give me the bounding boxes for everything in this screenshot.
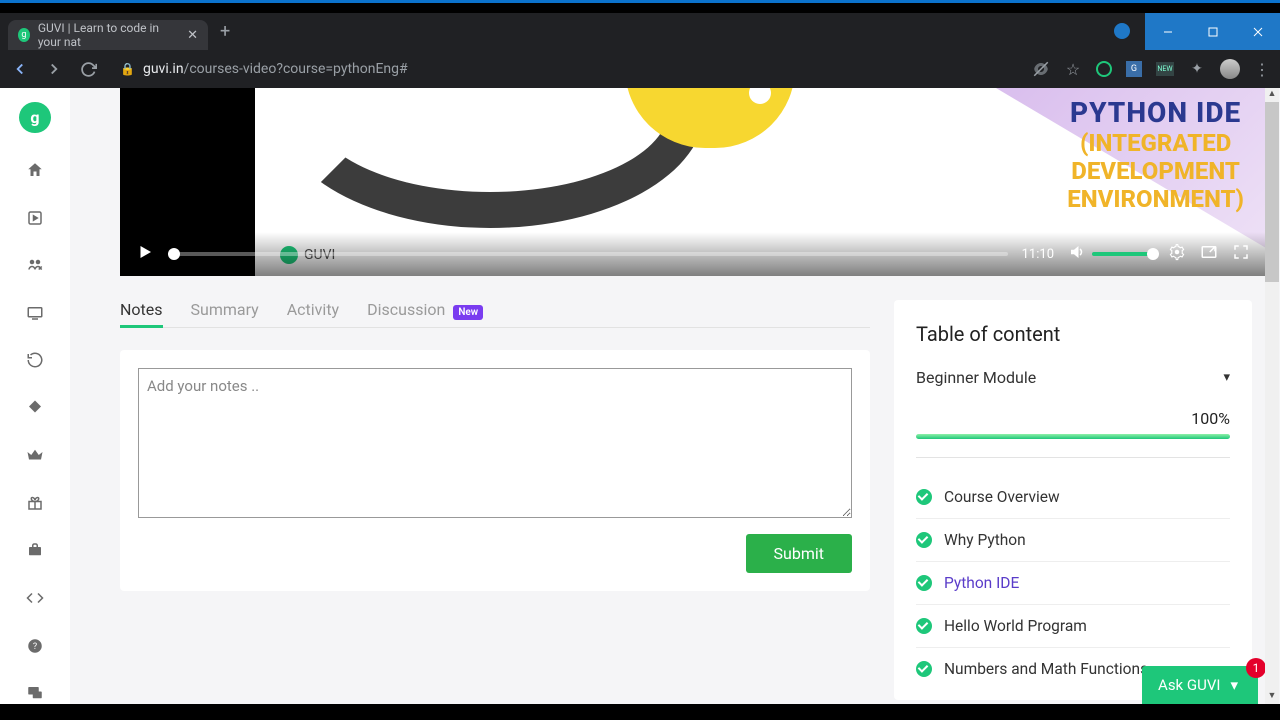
video-time: 11:10 bbox=[1022, 247, 1054, 262]
bookmark-star-icon[interactable]: ☆ bbox=[1064, 60, 1082, 78]
download-indicator-icon[interactable] bbox=[1114, 23, 1130, 39]
scroll-thumb[interactable] bbox=[1265, 102, 1279, 282]
check-icon bbox=[916, 661, 932, 677]
chevron-down-icon: ▾ bbox=[1223, 370, 1230, 385]
pip-icon[interactable] bbox=[1200, 243, 1218, 265]
code-icon[interactable] bbox=[24, 587, 46, 609]
incognito-icon[interactable] bbox=[1032, 60, 1050, 78]
profile-avatar[interactable] bbox=[1220, 59, 1240, 79]
video-player[interactable]: PYTHON IDE (INTEGRATED DEVELOPMENT ENVIR… bbox=[120, 88, 1266, 276]
window-maximize-button[interactable] bbox=[1190, 13, 1235, 50]
lock-icon: 🔒 bbox=[120, 62, 135, 76]
tab-activity[interactable]: Activity bbox=[287, 300, 339, 319]
check-icon bbox=[916, 489, 932, 505]
fullscreen-icon[interactable] bbox=[1232, 243, 1250, 265]
extensions-icon[interactable]: ✦ bbox=[1188, 60, 1206, 78]
lesson-title: Course Overview bbox=[944, 488, 1060, 506]
url-host: guvi.in bbox=[143, 61, 184, 77]
menu-icon[interactable]: ⋮ bbox=[1254, 60, 1270, 79]
gift-icon[interactable] bbox=[24, 492, 46, 514]
progress-percent: 100% bbox=[916, 409, 1230, 428]
check-icon bbox=[916, 532, 932, 548]
reload-button[interactable] bbox=[78, 59, 98, 79]
ask-badge: 1 bbox=[1246, 658, 1266, 678]
lesson-title: Why Python bbox=[944, 531, 1026, 549]
tab-notes[interactable]: Notes bbox=[120, 300, 163, 319]
lesson-item[interactable]: Course Overview bbox=[916, 476, 1230, 519]
module-name: Beginner Module bbox=[916, 368, 1036, 387]
module-toggle[interactable]: Beginner Module ▾ bbox=[916, 368, 1230, 387]
home-icon[interactable] bbox=[24, 159, 46, 181]
lesson-title: Hello World Program bbox=[944, 617, 1087, 635]
ask-guvi-button[interactable]: Ask GUVI ▾ 1 bbox=[1142, 666, 1258, 704]
tab-discussion[interactable]: Discussion New bbox=[367, 300, 483, 319]
favicon: g bbox=[18, 28, 30, 42]
url-path: /courses-video?course=pythonEng# bbox=[184, 61, 408, 77]
play-button[interactable] bbox=[136, 243, 154, 265]
new-tab-button[interactable]: + bbox=[220, 21, 230, 42]
new-badge: New bbox=[453, 305, 483, 320]
chat-icon[interactable] bbox=[24, 682, 46, 704]
volume-slider[interactable] bbox=[1092, 252, 1154, 256]
notes-panel: Submit bbox=[120, 350, 870, 591]
translate-icon[interactable]: G bbox=[1126, 61, 1142, 77]
video-title-1: PYTHON IDE bbox=[1067, 96, 1244, 129]
volume-icon[interactable] bbox=[1068, 243, 1086, 265]
chevron-down-icon: ▾ bbox=[1230, 676, 1238, 694]
tag-icon[interactable] bbox=[24, 397, 46, 419]
browser-tab[interactable]: g GUVI | Learn to code in your nat ✕ bbox=[8, 20, 208, 50]
notes-textarea[interactable] bbox=[138, 368, 852, 518]
submit-button[interactable]: Submit bbox=[746, 534, 852, 573]
svg-text:?: ? bbox=[33, 642, 37, 652]
lesson-title: Python IDE bbox=[944, 574, 1019, 592]
crown-icon[interactable] bbox=[24, 445, 46, 467]
lesson-item[interactable]: Why Python bbox=[916, 519, 1230, 562]
help-icon[interactable]: ? bbox=[24, 635, 46, 657]
tab-title: GUVI | Learn to code in your nat bbox=[38, 21, 179, 49]
back-button[interactable] bbox=[10, 59, 30, 79]
video-title-4: ENVIRONMENT) bbox=[1067, 185, 1244, 213]
check-icon bbox=[916, 618, 932, 634]
forward-button[interactable] bbox=[44, 59, 64, 79]
address-bar: 🔒 guvi.in/courses-video?course=pythonEng… bbox=[0, 50, 1280, 88]
window-minimize-button[interactable] bbox=[1145, 13, 1190, 50]
extension-green-icon[interactable] bbox=[1096, 61, 1112, 77]
content-tabs: Notes Summary Activity Discussion New bbox=[120, 300, 870, 328]
close-tab-icon[interactable]: ✕ bbox=[187, 28, 198, 43]
community-icon[interactable] bbox=[24, 254, 46, 276]
seek-bar[interactable] bbox=[168, 252, 1008, 256]
video-title-3: DEVELOPMENT bbox=[1067, 157, 1244, 185]
lesson-item[interactable]: Python IDE bbox=[916, 562, 1230, 605]
table-of-contents: Table of content Beginner Module ▾ 100% … bbox=[894, 300, 1252, 700]
tab-summary[interactable]: Summary bbox=[191, 300, 259, 319]
omnibox[interactable]: 🔒 guvi.in/courses-video?course=pythonEng… bbox=[112, 61, 1018, 77]
toc-title: Table of content bbox=[916, 322, 1230, 346]
tab-strip: g GUVI | Learn to code in your nat ✕ + bbox=[0, 13, 1280, 50]
scroll-up-icon[interactable]: ▲ bbox=[1265, 88, 1279, 102]
extension-new-icon[interactable]: NEW bbox=[1156, 62, 1174, 76]
scrollbar[interactable]: ▲ ▼ bbox=[1265, 88, 1279, 704]
lesson-item[interactable]: Hello World Program bbox=[916, 605, 1230, 648]
settings-icon[interactable] bbox=[1168, 243, 1186, 265]
left-rail: g ? bbox=[0, 88, 70, 704]
progress-bar bbox=[916, 434, 1230, 439]
window-close-button[interactable] bbox=[1235, 13, 1280, 50]
video-title-2: (INTEGRATED bbox=[1067, 129, 1244, 157]
video-library-icon[interactable] bbox=[24, 207, 46, 229]
refresh-icon[interactable] bbox=[24, 350, 46, 372]
briefcase-icon[interactable] bbox=[24, 540, 46, 562]
lesson-title: Numbers and Math Functions bbox=[944, 660, 1148, 678]
check-icon bbox=[916, 575, 932, 591]
monitor-icon[interactable] bbox=[24, 302, 46, 324]
scroll-down-icon[interactable]: ▼ bbox=[1265, 690, 1279, 704]
guvi-logo[interactable]: g bbox=[19, 102, 51, 133]
